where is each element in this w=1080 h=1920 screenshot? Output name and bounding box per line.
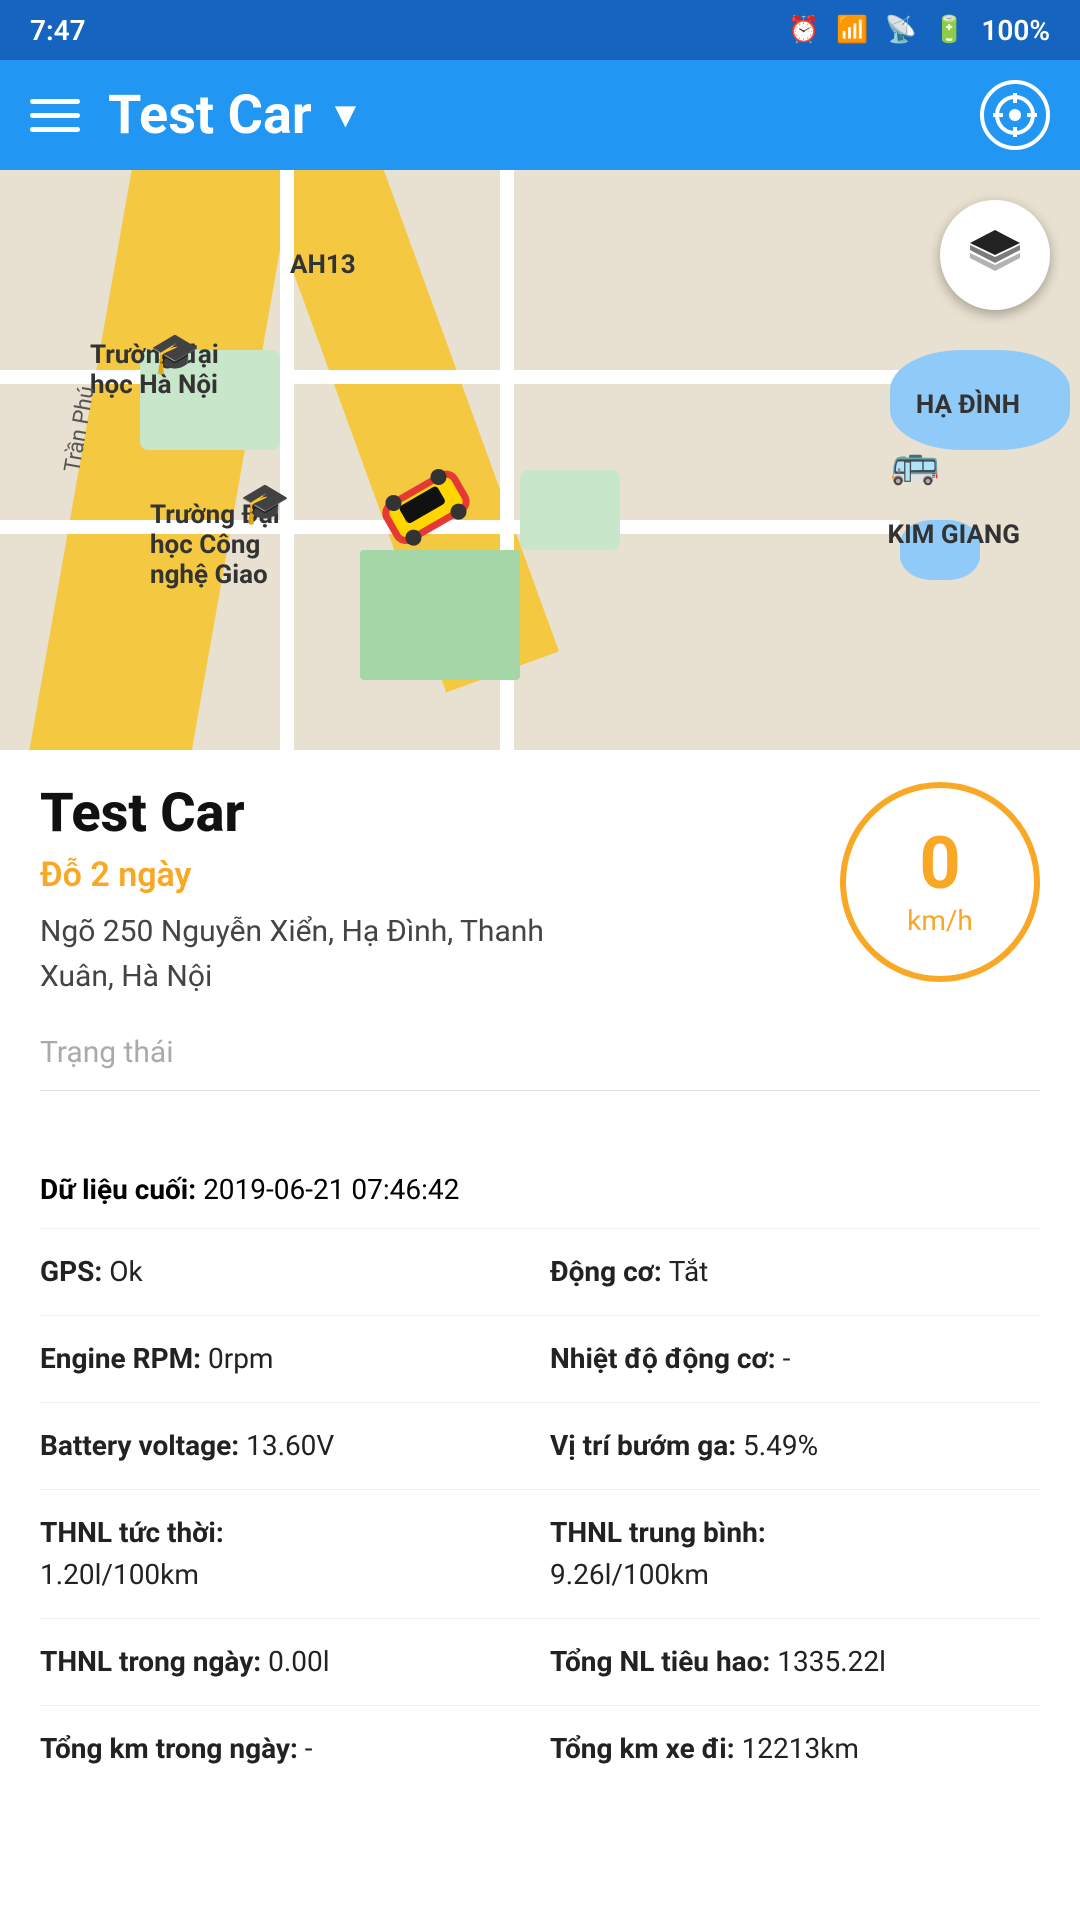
throttle-value: 5.49% (743, 1429, 818, 1462)
data-row-1: Engine RPM: 0rpm Nhiệt độ động cơ: - (40, 1316, 1040, 1403)
rpm-label: Engine RPM: (40, 1342, 208, 1375)
thnl-avg-cell: THNL trung bình: 9.26l/100km (550, 1512, 1040, 1596)
km-day-cell: Tổng km trong ngày: - (40, 1728, 550, 1770)
engine-cell: Động cơ: Tắt (550, 1251, 1040, 1293)
engine-label: Động cơ: (550, 1255, 669, 1288)
hamburger-menu-button[interactable] (30, 99, 80, 132)
gps-label: GPS: (40, 1255, 109, 1288)
battery-cell: Battery voltage: 13.60V (40, 1425, 550, 1467)
total-fuel-value: 1335.22l (777, 1645, 886, 1678)
km-day-label: Tổng km trong ngày: (40, 1732, 305, 1765)
rpm-cell: Engine RPM: 0rpm (40, 1338, 550, 1380)
speed-circle: 0 km/h (840, 782, 1040, 982)
nav-bar: Test Car ▼ (0, 60, 1080, 170)
signal-icon: 📡 (885, 15, 917, 45)
last-data-value: 2019-06-21 07:46:42 (203, 1173, 459, 1206)
last-data-row: Dữ liệu cuối: 2019-06-21 07:46:42 (40, 1151, 1040, 1229)
battery-value: 13.60V (246, 1429, 334, 1462)
thnl-instant-cell: THNL tức thời: 1.20l/100km (40, 1512, 550, 1596)
status-bar: 7:47 ⏰ 📶 📡 🔋 100% (0, 0, 1080, 60)
throttle-cell: Vị trí bướm ga: 5.49% (550, 1425, 1040, 1467)
trang-thai-label: Trạng thái (40, 1035, 174, 1070)
map-pin-school1: 🎓 (150, 330, 200, 377)
last-data-label: Dữ liệu cuối: (40, 1173, 196, 1206)
alarm-icon: ⏰ (788, 15, 820, 45)
status-time: 7:47 (30, 14, 86, 47)
thnl-avg-label: THNL trung bình: (550, 1512, 1040, 1554)
map-area[interactable]: Trường đạihọc Hà Nội AH13 HẠ ĐÌNH KIM GI… (0, 170, 1080, 750)
gps-value: Ok (109, 1255, 142, 1288)
total-km-value: 12213km (742, 1732, 859, 1765)
rpm-value: 0rpm (208, 1342, 274, 1375)
temp-value: - (783, 1342, 791, 1375)
data-section: Dữ liệu cuối: 2019-06-21 07:46:42 GPS: O… (0, 1121, 1080, 1822)
thnl-avg-value: 9.26l/100km (550, 1554, 1040, 1596)
status-icons: ⏰ 📶 📡 🔋 100% (788, 14, 1050, 47)
map-background: Trường đạihọc Hà Nội AH13 HẠ ĐÌNH KIM GI… (0, 170, 1080, 750)
km-day-value: - (305, 1732, 313, 1765)
location-target-button[interactable] (980, 80, 1050, 150)
info-panel: Test Car Đỗ 2 ngày Ngõ 250 Nguyễn Xiển, … (0, 752, 1080, 1121)
thnl-instant-label: THNL tức thời: (40, 1512, 530, 1554)
data-row-0: GPS: Ok Động cơ: Tắt (40, 1229, 1040, 1316)
data-row-5: Tổng km trong ngày: - Tổng km xe đi: 122… (40, 1706, 1040, 1792)
temp-cell: Nhiệt độ động cơ: - (550, 1338, 1040, 1380)
battery-icon: 🔋 (933, 15, 965, 45)
info-left: Test Car Đỗ 2 ngày Ngõ 250 Nguyễn Xiển, … (40, 782, 820, 999)
gps-cell: GPS: Ok (40, 1251, 550, 1293)
map-layer-button[interactable] (940, 200, 1050, 310)
data-row-3: THNL tức thời: 1.20l/100km THNL trung bì… (40, 1490, 1040, 1619)
speed-value: 0 (919, 828, 960, 900)
layers-icon (965, 225, 1025, 285)
location-target-icon (993, 93, 1037, 137)
data-row-2: Battery voltage: 13.60V Vị trí bướm ga: … (40, 1403, 1040, 1490)
nav-title[interactable]: Test Car ▼ (108, 84, 363, 147)
map-pin-bus: 🚌 (890, 440, 940, 487)
temp-label: Nhiệt độ động cơ: (550, 1342, 783, 1375)
thnl-day-value: 0.00l (268, 1645, 329, 1678)
vehicle-address: Ngõ 250 Nguyễn Xiển, Hạ Đình, Thanh Xuân… (40, 909, 600, 999)
map-pin-school2: 🎓 (240, 480, 290, 527)
battery-label: Battery voltage: (40, 1429, 246, 1462)
speed-unit: km/h (907, 904, 973, 937)
vehicle-name: Test Car (40, 782, 820, 845)
thnl-day-cell: THNL trong ngày: 0.00l (40, 1641, 550, 1683)
data-row-4: THNL trong ngày: 0.00l Tổng NL tiêu hao:… (40, 1619, 1040, 1706)
trang-thai-section: Trạng thái (40, 1035, 1040, 1091)
battery-percent: 100% (981, 14, 1050, 47)
engine-value: Tắt (669, 1255, 709, 1288)
total-km-cell: Tổng km xe đi: 12213km (550, 1728, 1040, 1770)
total-fuel-label: Tổng NL tiêu hao: (550, 1645, 777, 1678)
total-fuel-cell: Tổng NL tiêu hao: 1335.22l (550, 1641, 1040, 1683)
vehicle-status: Đỗ 2 ngày (40, 855, 820, 895)
thnl-day-label: THNL trong ngày: (40, 1645, 268, 1678)
throttle-label: Vị trí bướm ga: (550, 1429, 743, 1462)
nav-bar-left: Test Car ▼ (30, 84, 363, 147)
thnl-instant-value: 1.20l/100km (40, 1554, 530, 1596)
wifi-icon: 📶 (836, 15, 868, 45)
dropdown-arrow-icon: ▼ (328, 94, 364, 136)
nav-title-text: Test Car (108, 84, 312, 147)
info-header: Test Car Đỗ 2 ngày Ngõ 250 Nguyễn Xiển, … (40, 782, 1040, 999)
total-km-label: Tổng km xe đi: (550, 1732, 742, 1765)
